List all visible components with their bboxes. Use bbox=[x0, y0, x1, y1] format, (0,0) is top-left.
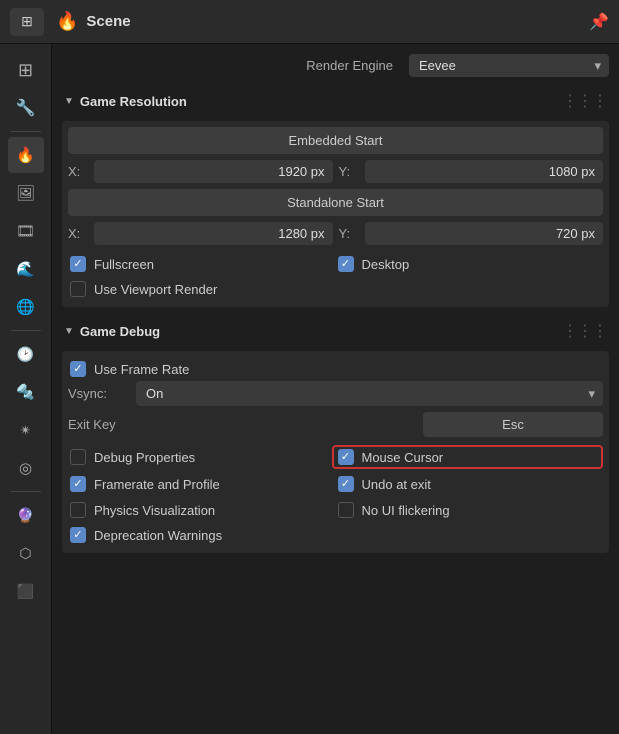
render-engine-label: Render Engine bbox=[62, 58, 401, 73]
framerate-profile-label: Framerate and Profile bbox=[94, 477, 220, 492]
scene-icon: 🔥 bbox=[56, 11, 78, 32]
undo-at-exit-label: Undo at exit bbox=[362, 477, 431, 492]
sidebar-divider-2 bbox=[11, 330, 41, 331]
render-engine-select[interactable]: Eevee Cycles Workbench bbox=[409, 54, 609, 77]
fullscreen-desktop-row: Fullscreen Desktop bbox=[68, 251, 603, 277]
debug-mouse-row: Debug Properties Mouse Cursor bbox=[68, 443, 603, 471]
embedded-start-button[interactable]: Embedded Start bbox=[68, 127, 603, 154]
game-debug-content: Use Frame Rate Vsync: On Off Adaptive Ex… bbox=[62, 351, 609, 553]
embedded-y-label: Y: bbox=[339, 164, 359, 179]
fullscreen-checkbox[interactable] bbox=[70, 256, 86, 272]
physics-visualization-col: Physics Visualization bbox=[68, 499, 336, 521]
debug-properties-col: Debug Properties bbox=[68, 446, 332, 468]
standalone-start-button[interactable]: Standalone Start bbox=[68, 189, 603, 216]
sidebar-item-constraint[interactable]: 🔮 bbox=[8, 497, 44, 533]
section-debug-options-icon[interactable]: ⋮⋮⋮ bbox=[562, 321, 607, 341]
render-engine-row: Render Engine Eevee Cycles Workbench bbox=[62, 54, 609, 77]
sidebar-item-extra[interactable]: ⬛ bbox=[8, 573, 44, 609]
embedded-x-label: X: bbox=[68, 164, 88, 179]
sidebar-item-view-layer[interactable]: 🌊 bbox=[8, 251, 44, 287]
collapse-triangle-icon: ▼ bbox=[64, 96, 74, 107]
render-engine-select-wrapper: Eevee Cycles Workbench bbox=[409, 54, 609, 77]
sidebar-item-material[interactable]: ⬡ bbox=[8, 535, 44, 571]
use-frame-rate-label: Use Frame Rate bbox=[94, 362, 189, 377]
sidebar-item-particle[interactable]: ✴ bbox=[8, 412, 44, 448]
fullscreen-label: Fullscreen bbox=[94, 257, 154, 272]
no-ui-flickering-checkbox[interactable] bbox=[338, 502, 354, 518]
undo-at-exit-col: Undo at exit bbox=[336, 473, 604, 495]
standalone-x-label: X: bbox=[68, 226, 88, 241]
collapse-triangle-debug-icon: ▼ bbox=[64, 326, 74, 337]
sidebar-item-scene[interactable]: 🔥 bbox=[8, 137, 44, 173]
game-resolution-header[interactable]: ▼ Game Resolution ⋮⋮⋮ bbox=[62, 87, 609, 115]
mouse-cursor-label: Mouse Cursor bbox=[362, 450, 444, 465]
standalone-y-label: Y: bbox=[339, 226, 359, 241]
exit-key-row: Exit Key Esc bbox=[68, 412, 603, 437]
deprecation-warnings-row: Deprecation Warnings bbox=[68, 523, 603, 547]
editor-type-icon: ⊞ bbox=[21, 13, 33, 30]
sidebar-item-render[interactable]: 🖼 bbox=[8, 175, 44, 211]
framerate-profile-col: Framerate and Profile bbox=[68, 473, 336, 495]
sidebar: ⊞ 🔧 🔥 🖼 🎞 🌊 🌐 🕑 🔩 ✴ ◎ 🔮 ⬡ ⬛ bbox=[0, 44, 52, 734]
framerate-profile-checkbox[interactable] bbox=[70, 476, 86, 492]
editor-type-button[interactable]: ⊞ bbox=[10, 8, 44, 36]
sidebar-item-object[interactable]: 🕑 bbox=[8, 336, 44, 372]
physics-noui-row: Physics Visualization No UI flickering bbox=[68, 497, 603, 523]
desktop-col: Desktop bbox=[336, 253, 604, 275]
debug-properties-label: Debug Properties bbox=[94, 450, 195, 465]
embedded-res-row: X: Y: bbox=[68, 160, 603, 183]
standalone-y-input[interactable] bbox=[365, 222, 604, 245]
debug-properties-checkbox[interactable] bbox=[70, 449, 86, 465]
standalone-x-input[interactable] bbox=[94, 222, 333, 245]
sidebar-item-editor-type[interactable]: ⊞ bbox=[8, 52, 44, 88]
exit-key-button[interactable]: Esc bbox=[423, 412, 603, 437]
game-debug-header[interactable]: ▼ Game Debug ⋮⋮⋮ bbox=[62, 317, 609, 345]
desktop-checkbox[interactable] bbox=[338, 256, 354, 272]
viewport-render-checkbox[interactable] bbox=[70, 281, 86, 297]
vsync-select[interactable]: On Off Adaptive bbox=[136, 381, 603, 406]
sidebar-item-modifier[interactable]: 🔩 bbox=[8, 374, 44, 410]
sidebar-divider-3 bbox=[11, 491, 41, 492]
physics-visualization-label: Physics Visualization bbox=[94, 503, 215, 518]
header-bar: ⊞ 🔥 Scene 📌 bbox=[0, 0, 619, 44]
game-debug-title: Game Debug bbox=[80, 324, 556, 339]
pin-icon[interactable]: 📌 bbox=[589, 12, 609, 32]
viewport-render-label: Use Viewport Render bbox=[94, 282, 217, 297]
no-ui-flickering-col: No UI flickering bbox=[336, 499, 604, 521]
sidebar-item-world[interactable]: 🌐 bbox=[8, 289, 44, 325]
section-options-icon[interactable]: ⋮⋮⋮ bbox=[562, 91, 607, 111]
standalone-res-row: X: Y: bbox=[68, 222, 603, 245]
use-frame-rate-checkbox[interactable] bbox=[70, 361, 86, 377]
deprecation-warnings-label: Deprecation Warnings bbox=[94, 528, 222, 543]
embedded-x-input[interactable] bbox=[94, 160, 333, 183]
game-resolution-title: Game Resolution bbox=[80, 94, 556, 109]
fullscreen-col: Fullscreen bbox=[68, 253, 336, 275]
undo-at-exit-checkbox[interactable] bbox=[338, 476, 354, 492]
framerate-undo-row: Framerate and Profile Undo at exit bbox=[68, 471, 603, 497]
vsync-label: Vsync: bbox=[68, 386, 128, 401]
sidebar-item-output[interactable]: 🎞 bbox=[8, 213, 44, 249]
mouse-cursor-col: Mouse Cursor bbox=[332, 445, 604, 469]
desktop-label: Desktop bbox=[362, 257, 410, 272]
embedded-y-input[interactable] bbox=[365, 160, 604, 183]
deprecation-warnings-checkbox[interactable] bbox=[70, 527, 86, 543]
sidebar-item-tools[interactable]: 🔧 bbox=[8, 90, 44, 126]
no-ui-flickering-label: No UI flickering bbox=[362, 503, 450, 518]
mouse-cursor-checkbox[interactable] bbox=[338, 449, 354, 465]
sidebar-item-physics[interactable]: ◎ bbox=[8, 450, 44, 486]
viewport-render-row: Use Viewport Render bbox=[68, 277, 603, 301]
sidebar-divider bbox=[11, 131, 41, 132]
main-content: Render Engine Eevee Cycles Workbench ▼ G… bbox=[52, 44, 619, 734]
vsync-row: Vsync: On Off Adaptive bbox=[68, 381, 603, 406]
exit-key-label: Exit Key bbox=[68, 417, 415, 432]
vsync-select-wrapper: On Off Adaptive bbox=[136, 381, 603, 406]
header-title: Scene bbox=[86, 13, 581, 30]
use-frame-rate-row: Use Frame Rate bbox=[68, 357, 603, 381]
game-resolution-content: Embedded Start X: Y: Standalone Start X:… bbox=[62, 121, 609, 307]
main-layout: ⊞ 🔧 🔥 🖼 🎞 🌊 🌐 🕑 🔩 ✴ ◎ 🔮 ⬡ ⬛ Render Engin… bbox=[0, 44, 619, 734]
physics-visualization-checkbox[interactable] bbox=[70, 502, 86, 518]
